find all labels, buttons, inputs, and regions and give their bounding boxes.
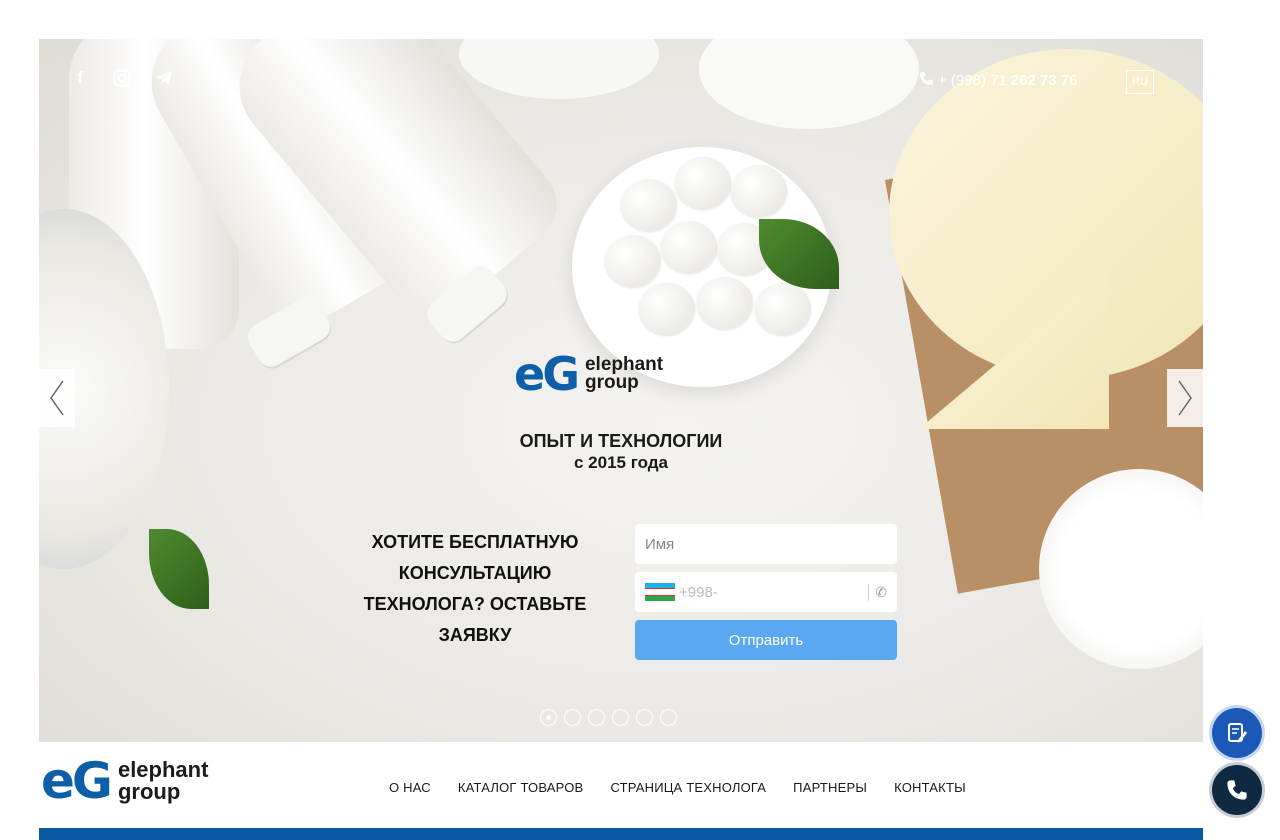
slider-pagination: [540, 709, 677, 726]
slide-dot[interactable]: [588, 709, 605, 726]
logo-mark: eG: [514, 347, 580, 401]
phone-icon: [919, 71, 934, 90]
mozzarella-ball: [605, 235, 661, 287]
language-switch[interactable]: RU: [1126, 70, 1154, 94]
chevron-right-icon: [1178, 380, 1192, 416]
prev-slide-button[interactable]: [39, 369, 75, 427]
nav-menu: О НАС КАТАЛОГ ТОВАРОВ СТРАНИЦА ТЕХНОЛОГА…: [389, 780, 993, 795]
mozzarella-ball: [697, 277, 753, 329]
name-field[interactable]: Имя: [635, 524, 897, 564]
next-slide-button[interactable]: [1167, 369, 1203, 427]
slide-dot[interactable]: [540, 709, 557, 726]
nav-item-contacts[interactable]: КОНТАКТЫ: [894, 780, 966, 795]
logo-line-2: group: [117, 779, 181, 804]
mozzarella-ball: [755, 283, 811, 335]
slide-dot[interactable]: [660, 709, 677, 726]
mozzarella-ball: [639, 283, 695, 335]
phone-icon: ✆: [868, 583, 887, 601]
nav-item-catalog[interactable]: КАТАЛОГ ТОВАРОВ: [458, 780, 584, 795]
mozzarella-ball: [661, 221, 717, 273]
hero-logo: eG elephant group: [514, 351, 663, 397]
slide-dot[interactable]: [564, 709, 581, 726]
phone-field[interactable]: +998- ✆: [635, 572, 897, 612]
consultation-cta: ХОТИТЕ БЕСПЛАТНУЮ КОНСУЛЬТАЦИЮ ТЕХНОЛОГА…: [363, 532, 587, 645]
mozzarella-ball: [731, 165, 787, 217]
telegram-icon[interactable]: [153, 67, 175, 89]
milk-jar: [459, 39, 659, 99]
hero-tagline: ОПЫТ И ТЕХНОЛОГИИ: [519, 431, 723, 451]
main-navigation: eG elephant group О НАС КАТАЛОГ ТОВАРОВ …: [39, 742, 1203, 828]
milk-glass: [699, 39, 919, 129]
slide-dot[interactable]: [612, 709, 629, 726]
slide-dot[interactable]: [636, 709, 653, 726]
name-placeholder: Имя: [645, 535, 675, 553]
phone-placeholder: +998-: [679, 583, 718, 601]
logo-line-2: group: [584, 372, 639, 393]
social-links: f: [69, 67, 175, 89]
consultation-form: Имя +998- ✆ Отправить: [635, 524, 897, 660]
blue-bar: [39, 828, 1203, 840]
hero-slider: f + (998) 71 262 73 76 RU eG elephant gr…: [39, 39, 1203, 742]
phone-number: 262 73 76: [1010, 72, 1078, 89]
logo-mark: eG: [41, 752, 113, 810]
hero-subtagline: с 2015 года: [574, 453, 668, 472]
call-button[interactable]: [1212, 765, 1262, 815]
header-phone[interactable]: + (998) 71 262 73 76: [919, 71, 1078, 90]
phone-prefix: + (998) 71: [938, 72, 1007, 89]
submit-button[interactable]: Отправить: [635, 620, 897, 660]
nav-item-partners[interactable]: ПАРТНЕРЫ: [793, 780, 867, 795]
chevron-left-icon: [50, 380, 64, 416]
mozzarella-ball: [675, 157, 731, 209]
facebook-icon[interactable]: f: [69, 67, 91, 89]
site-logo[interactable]: eG elephant group: [41, 756, 208, 806]
nav-item-about[interactable]: О НАС: [389, 780, 431, 795]
uzbekistan-flag-icon[interactable]: [645, 583, 675, 601]
nav-item-technologist[interactable]: СТРАНИЦА ТЕХНОЛОГА: [610, 780, 766, 795]
phone-icon: [1227, 780, 1247, 800]
basil-leaf: [149, 529, 209, 609]
instagram-icon[interactable]: [111, 67, 133, 89]
mozzarella-ball: [621, 179, 677, 231]
request-form-button[interactable]: [1212, 708, 1262, 758]
edit-document-icon: [1228, 723, 1247, 743]
logo-line-1: elephant: [117, 757, 209, 782]
